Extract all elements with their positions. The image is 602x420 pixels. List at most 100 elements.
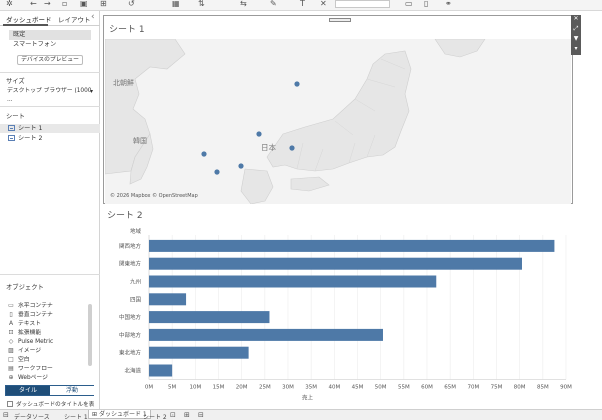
sheet-tabs-bar: ⊟ データソース シート 1 ⊞ ダッシュボード 1 シート 2 ⊡ ⊞ ⊟ xyxy=(0,409,602,420)
object-label: ワークフロー xyxy=(18,366,53,372)
format-icon[interactable]: T xyxy=(300,0,305,8)
chart-icon[interactable]: ▦ xyxy=(172,0,180,8)
category-label: 中部地方 xyxy=(119,331,142,339)
x-tick-label: 30M xyxy=(282,384,294,390)
map-point-chubu xyxy=(256,131,262,137)
new-dashboard-icon[interactable]: ⊞ xyxy=(184,411,190,419)
save-icon[interactable]: ▣ xyxy=(80,0,88,8)
left-panel: ダッシュボード レイアウト ‹ 既定 スマートフォン デバイスのプレビュー サイ… xyxy=(0,11,100,416)
object-item[interactable]: ▨ イメージ xyxy=(7,346,87,355)
divider xyxy=(0,106,100,107)
device-default[interactable]: 既定 xyxy=(9,30,91,40)
objects-list: ▭ 水平コンテナ ▯ 垂直コンテナ A テキスト ⊡ 拡張機能 ◇ Pulse Metric ▨ イメ… xyxy=(7,301,87,381)
bar[interactable] xyxy=(149,275,437,288)
sheet-item-label: シート 2 xyxy=(18,135,43,142)
back-icon[interactable]: ← xyxy=(30,0,37,8)
size-dropdown[interactable]: デスクトップ ブラウザー (1000 ... ▾ xyxy=(7,87,93,103)
highlight-icon[interactable]: ✎ xyxy=(270,0,277,8)
device-preview-button[interactable]: デバイスのプレビュー xyxy=(17,55,83,65)
x-tick-label: 25M xyxy=(259,384,271,390)
new-story-icon[interactable]: ⊟ xyxy=(198,411,204,419)
panel-tabs: ダッシュボード レイアウト ‹ xyxy=(0,11,100,26)
bar[interactable] xyxy=(149,328,383,341)
sheet-icon xyxy=(8,135,15,141)
object-label: 拡張機能 xyxy=(18,330,42,336)
tab-datasource[interactable]: データソース xyxy=(14,412,50,420)
drag-handle[interactable] xyxy=(329,18,351,22)
category-label: 東北地方 xyxy=(119,349,142,357)
object-label: Pulse Metric xyxy=(18,339,54,345)
tab-sheet2[interactable]: シート 2 xyxy=(143,412,167,420)
size-value: デスクトップ ブラウザー (1000 ... xyxy=(7,88,92,103)
label-south-korea: 韓国 xyxy=(133,136,147,145)
tableau-logo-icon[interactable]: ✲ xyxy=(6,0,13,8)
bar[interactable] xyxy=(149,364,173,377)
share-icon[interactable]: ⚭ xyxy=(445,0,452,8)
object-item[interactable]: ▤ ワークフロー xyxy=(7,364,87,373)
show-title-checkbox[interactable] xyxy=(7,401,13,407)
object-item[interactable]: ⊕ Webページ xyxy=(7,373,87,381)
expand-icon[interactable]: ⤢ xyxy=(571,25,581,33)
tab-sheet1[interactable]: シート 1 xyxy=(64,412,88,420)
object-item[interactable]: ▭ 水平コンテナ xyxy=(7,301,87,310)
x-tick-label: 90M xyxy=(560,384,572,390)
x-tick-label: 50M xyxy=(375,384,387,390)
object-item[interactable]: A テキスト xyxy=(7,319,87,328)
x-tick-label: 60M xyxy=(421,384,433,390)
new-sheet-icon[interactable]: ⊡ xyxy=(170,411,176,419)
clear-icon[interactable]: ✕ xyxy=(320,0,327,8)
save-icon[interactable]: ▫ xyxy=(62,0,67,8)
bar-chart[interactable]: 地域 0M 5M 10M 15M 20M 25M 30M 35M 40M 45M 50M 55M 60M 6… xyxy=(101,221,602,409)
device-list: 既定 スマートフォン xyxy=(9,30,91,50)
object-icon: ▯ xyxy=(9,311,13,318)
device-icon[interactable]: ▯ xyxy=(424,0,428,8)
object-icon: ▭ xyxy=(8,302,14,309)
forward-icon[interactable]: → xyxy=(44,0,51,8)
swap-icon[interactable]: ⇆ xyxy=(240,0,247,8)
device-phone[interactable]: スマートフォン xyxy=(9,40,91,50)
object-item[interactable]: ⊡ 拡張機能 xyxy=(7,328,87,337)
x-tick-label: 55M xyxy=(398,384,410,390)
fit-select[interactable] xyxy=(335,0,390,8)
objects-scrollbar[interactable] xyxy=(88,304,92,366)
map-point-kanto xyxy=(289,145,295,151)
object-icon: ▤ xyxy=(8,365,14,372)
bar[interactable] xyxy=(149,257,522,270)
objects-title: オブジェクト xyxy=(6,284,44,291)
sheet-icon xyxy=(8,125,15,131)
tab-layout[interactable]: レイアウト xyxy=(58,14,91,24)
x-tick-label: 5M xyxy=(168,384,176,390)
collapse-icon[interactable]: ‹ xyxy=(91,12,95,22)
x-tick-label: 15M xyxy=(213,384,225,390)
sheet-item-2[interactable]: シート 2 xyxy=(8,134,42,143)
bar[interactable] xyxy=(149,239,555,252)
sheet-item-1[interactable]: シート 1 xyxy=(0,124,100,133)
sheet1-title: シート 1 xyxy=(109,25,145,35)
x-tick-label: 70M xyxy=(467,384,479,390)
more-icon[interactable]: ▾ xyxy=(571,45,581,53)
floating-button[interactable]: 浮動 xyxy=(50,386,94,395)
sheets-title: シート xyxy=(6,113,25,120)
japan-map[interactable]: 北朝鮮 韓国 日本 xyxy=(105,39,571,204)
filter-icon[interactable]: ▼ xyxy=(571,35,581,43)
bar[interactable] xyxy=(149,346,249,359)
object-item[interactable]: ◇ Pulse Metric xyxy=(7,337,87,346)
datasource-icon[interactable]: ⊟ xyxy=(3,411,9,419)
object-icon: □ xyxy=(8,356,14,363)
presentation-icon[interactable]: ▭ xyxy=(405,0,413,8)
bar[interactable] xyxy=(149,311,270,324)
x-tick-label: 45M xyxy=(352,384,364,390)
sheet1-zone[interactable]: シート 1 北朝鮮 韓国 日本 © 2026 Mapbox © OpenStre… xyxy=(103,15,573,204)
undo-icon[interactable]: ↺ xyxy=(128,0,135,8)
close-icon[interactable]: ✕ xyxy=(571,15,581,23)
tab-dashboard[interactable]: ダッシュボード xyxy=(6,14,52,24)
sort-icon[interactable]: ⇅ xyxy=(198,0,205,8)
map-credit[interactable]: © 2026 Mapbox © OpenStreetMap xyxy=(110,193,198,199)
x-tick-label: 10M xyxy=(189,384,201,390)
object-item[interactable]: □ 空白 xyxy=(7,355,87,364)
object-item[interactable]: ▯ 垂直コンテナ xyxy=(7,310,87,319)
tiled-button[interactable]: タイル xyxy=(6,386,50,395)
bar[interactable] xyxy=(149,293,187,306)
tab-dashboard1[interactable]: ⊞ ダッシュボード 1 xyxy=(88,410,151,419)
datasource-icon[interactable]: ⊞ xyxy=(100,0,107,8)
